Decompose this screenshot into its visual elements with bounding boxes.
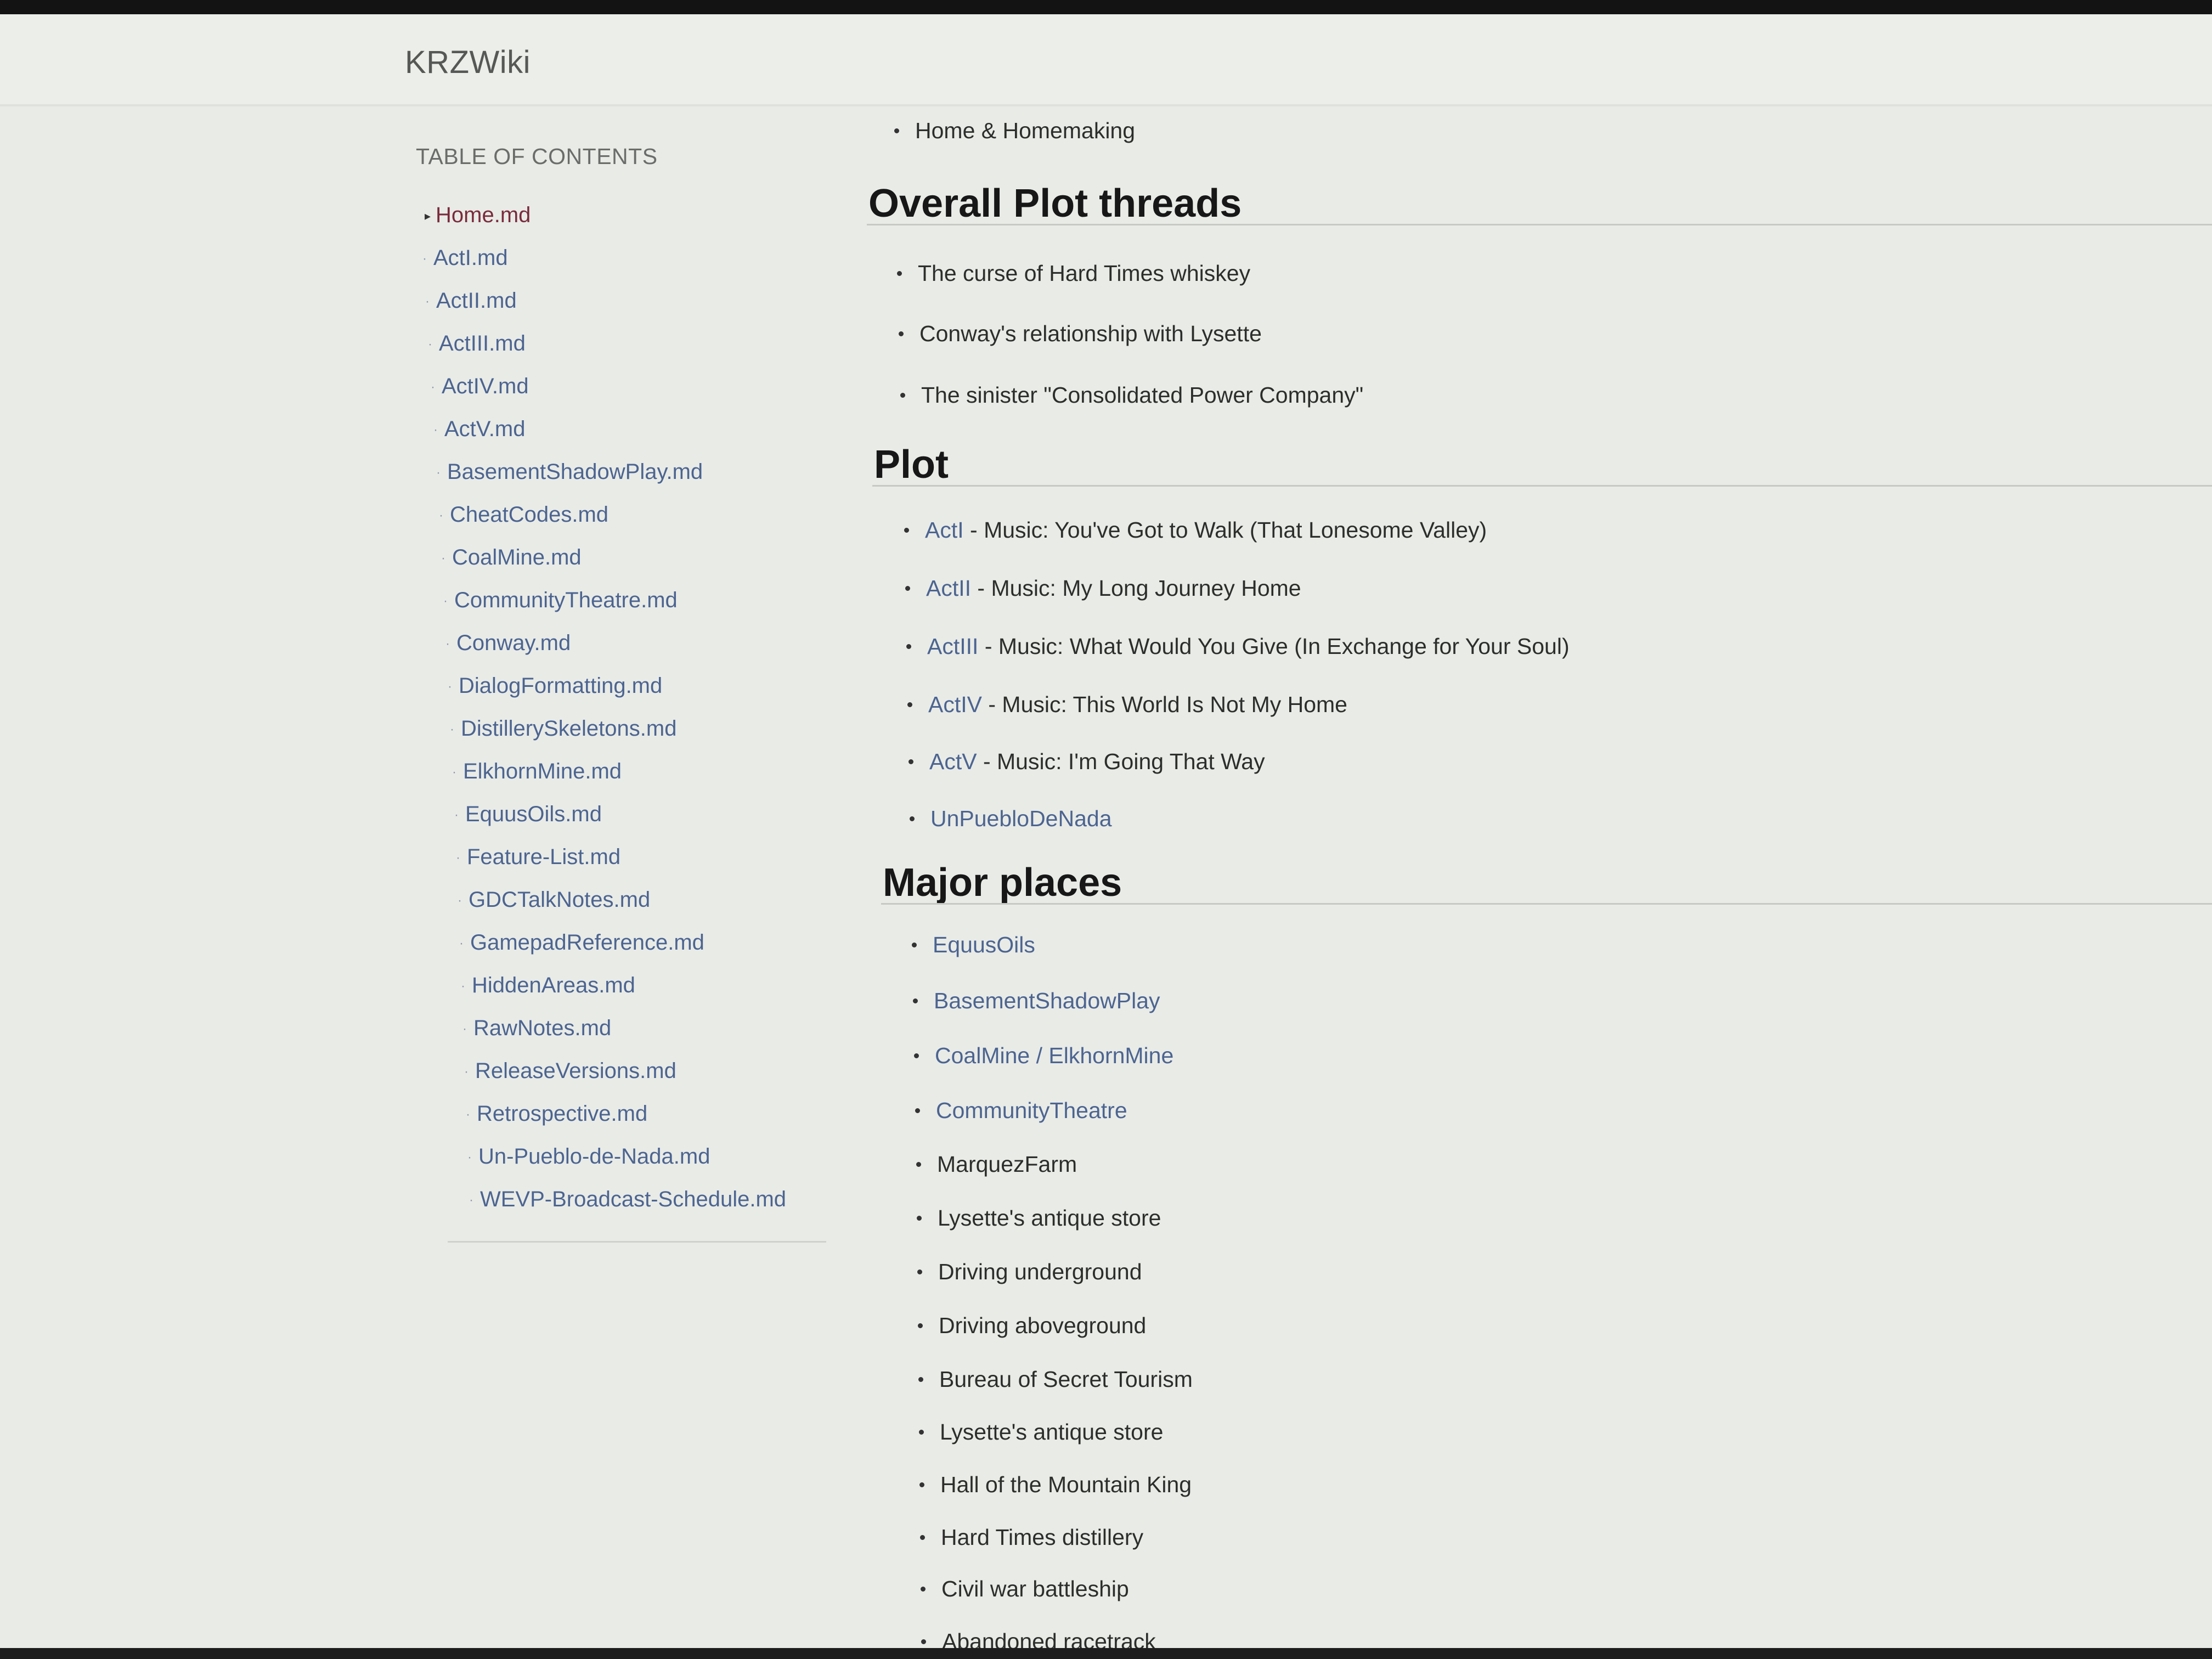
bullet-dot (894, 128, 899, 133)
toc-divider (448, 1241, 826, 1243)
toc-item-unpueblodenada[interactable]: · Un-Pueblo-de-Nada.md (416, 1135, 833, 1178)
top-navbar: KRZWiki (0, 14, 2212, 106)
list-item: Conway's relationship with Lysette (899, 318, 1776, 349)
toc-item-featurelist[interactable]: · Feature-List.md (416, 836, 833, 878)
heading-major-places: Major places (883, 861, 1122, 905)
toc-item-releaseversions[interactable]: · ReleaseVersions.md (416, 1049, 833, 1092)
toc-item-rawnotes[interactable]: · RawNotes.md (416, 1007, 833, 1049)
link-act1[interactable]: ActI (925, 517, 964, 543)
toc-list: ▸ Home.md · ActI.md · ActII.md · ActIII.md ·… (416, 194, 833, 1221)
place-item: Driving aboveground (918, 1311, 1796, 1340)
link-act4[interactable]: ActIV (928, 692, 982, 717)
monitor-bezel (0, 0, 2212, 14)
toc-item-equusoils[interactable]: · EquusOils.md (416, 793, 833, 836)
place-item: Lysette's antique store (917, 1204, 1795, 1232)
heading-rule (867, 224, 2212, 225)
toc-item-act3[interactable]: · ActIII.md (416, 322, 833, 365)
list-item: The curse of Hard Times whiskey (897, 258, 1775, 289)
heading-rule (872, 485, 2212, 487)
toc-item-basement[interactable]: · BasementShadowPlay.md (416, 450, 833, 493)
plot-item-act5: ActV - Music: I'm Going That Way (909, 746, 2115, 777)
heading-plot-threads: Overall Plot threads (868, 182, 1242, 225)
place-item: Hard Times distillery (920, 1523, 1798, 1551)
place-item: EquusOils (912, 930, 1790, 959)
link-elkhornmine[interactable]: ElkhornMine (1048, 1043, 1173, 1068)
toc-item-hiddenareas[interactable]: · HiddenAreas.md (416, 964, 833, 1007)
plot-item-act3: ActIII - Music: What Would You Give (In … (906, 631, 2113, 662)
list-item: The sinister "Consolidated Power Company… (900, 380, 1778, 410)
link-act5[interactable]: ActV (929, 749, 977, 774)
link-equusoils[interactable]: EquusOils (933, 932, 1035, 957)
toc-item-act5[interactable]: · ActV.md (416, 408, 833, 450)
plot-item-unpueblo: UnPuebloDeNada (910, 803, 2117, 834)
heading-rule (881, 903, 2212, 905)
place-item: Hall of the Mountain King (919, 1470, 1797, 1499)
toc-item-home[interactable]: ▸ Home.md (416, 194, 833, 236)
toc-item-act1[interactable]: · ActI.md (416, 236, 833, 279)
toc-item-dialogformatting[interactable]: · DialogFormatting.md (416, 664, 833, 707)
toc-item-conway[interactable]: · Conway.md (416, 622, 833, 664)
place-item: Lysette's antique store (919, 1418, 1797, 1446)
link-coalmine[interactable]: CoalMine (935, 1043, 1030, 1068)
plot-item-act1: ActI - Music: You've Got to Walk (That L… (904, 515, 2111, 545)
toc-item-act4[interactable]: · ActIV.md (416, 365, 833, 408)
toc-item-act2[interactable]: · ActII.md (416, 279, 833, 322)
toc-item-coalmine[interactable]: · CoalMine.md (416, 536, 833, 579)
plot-item-act2: ActII - Music: My Long Journey Home (905, 573, 2112, 603)
plot-item-act4: ActIV - Music: This World Is Not My Home (907, 689, 2114, 720)
place-item: BasementShadowPlay (913, 986, 1791, 1015)
toc-item-gdctalknotes[interactable]: · GDCTalkNotes.md (416, 878, 833, 921)
place-item: Driving underground (917, 1257, 1795, 1286)
place-item: Civil war battleship (921, 1575, 1798, 1603)
link-act2[interactable]: ActII (926, 575, 971, 601)
toc-item-distilleryskeletons[interactable]: · DistillerySkeletons.md (416, 707, 833, 750)
toc-item-wevp-schedule[interactable]: · WEVP-Broadcast-Schedule.md (416, 1178, 833, 1221)
place-item: Bureau of Secret Tourism (918, 1365, 1796, 1393)
toc-item-cheatcodes[interactable]: · CheatCodes.md (416, 493, 833, 536)
toc-item-retrospective[interactable]: · Retrospective.md (416, 1092, 833, 1135)
toc-item-gamepadreference[interactable]: · GamepadReference.md (416, 921, 833, 964)
toc-title: TABLE OF CONTENTS (416, 144, 658, 169)
toc-item-communitytheatre[interactable]: · CommunityTheatre.md (416, 579, 833, 622)
link-basementshadowplay[interactable]: BasementShadowPlay (934, 988, 1160, 1013)
link-unpueblodenada[interactable]: UnPuebloDeNada (930, 806, 1112, 831)
link-communitytheatre[interactable]: CommunityTheatre (936, 1098, 1127, 1123)
place-item: CommunityTheatre (915, 1096, 1793, 1125)
place-item: CoalMine / ElkhornMine (914, 1041, 1792, 1070)
site-brand[interactable]: KRZWiki (405, 44, 531, 81)
heading-plot: Plot (874, 443, 949, 487)
triangle-bullet-icon: ▸ (425, 209, 431, 223)
place-item: MarquezFarm (916, 1150, 1794, 1178)
toc-item-elkhornmine[interactable]: · ElkhornMine.md (416, 750, 833, 793)
monitor-bezel-bottom (0, 1648, 2212, 1659)
link-act3[interactable]: ActIII (927, 634, 978, 659)
list-item: Home & Homemaking (894, 115, 1443, 146)
table-of-contents: TABLE OF CONTENTS ▸ Home.md · ActI.md · Act… (416, 144, 833, 1243)
